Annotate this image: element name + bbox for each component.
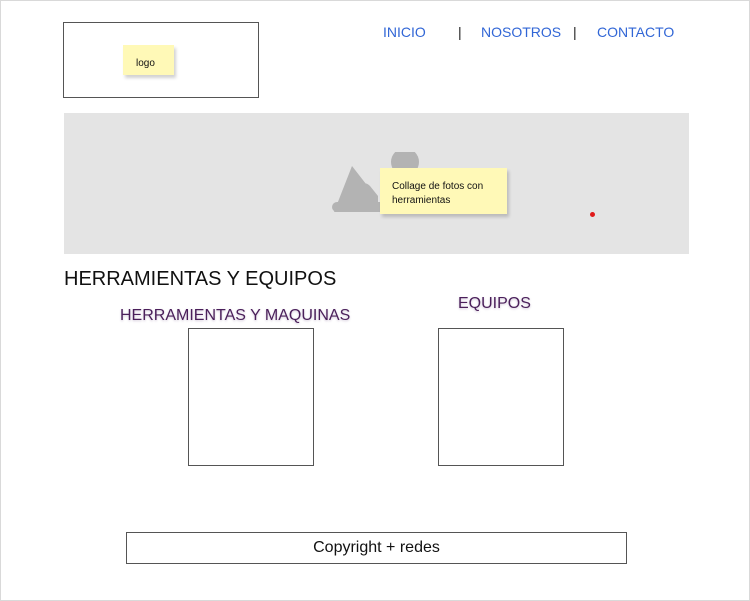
section-title: HERRAMIENTAS Y EQUIPOS <box>64 268 337 290</box>
logo-note: logo <box>123 45 174 75</box>
equipment-title: EQUIPOS <box>458 295 531 312</box>
nav-link-inicio[interactable]: INICIO <box>383 24 426 40</box>
tools-title: HERRAMIENTAS Y MAQUINAS <box>120 307 351 324</box>
tools-card[interactable] <box>188 328 314 466</box>
nav-separator: | <box>458 24 462 40</box>
equipment-card[interactable] <box>438 328 564 466</box>
marker-dot <box>590 212 595 217</box>
logo-note-text: logo <box>136 58 155 69</box>
footer-text: Copyright + redes <box>313 539 440 556</box>
hero-note-text: Collage de fotos con herramientas <box>392 181 484 206</box>
nav-link-nosotros[interactable]: NOSOTROS <box>481 24 561 40</box>
nav-link-contacto[interactable]: CONTACTO <box>597 24 674 40</box>
hero-note: Collage de fotos con herramientas <box>380 168 507 214</box>
footer: Copyright + redes <box>126 532 627 564</box>
nav-separator: | <box>573 24 577 40</box>
